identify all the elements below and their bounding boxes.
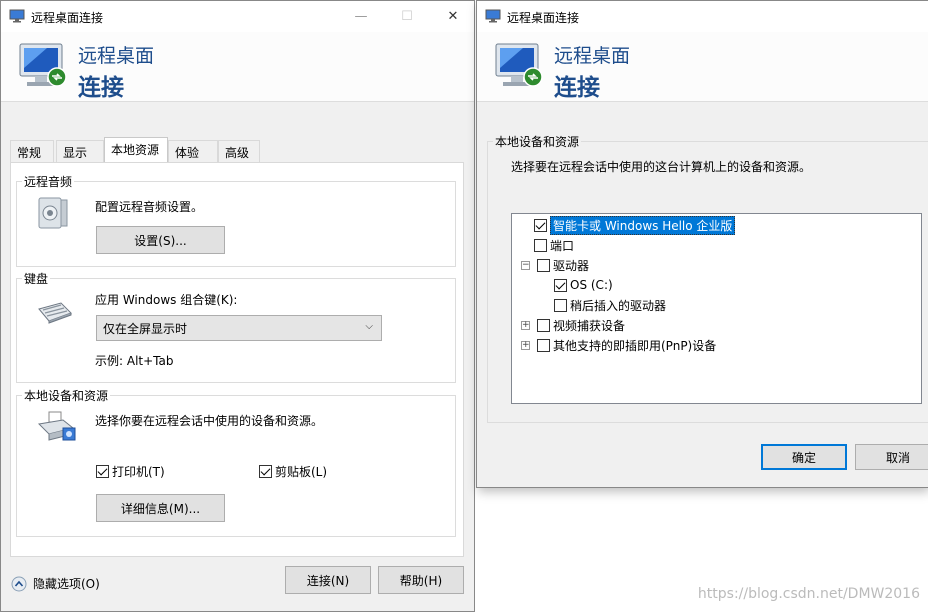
close-icon[interactable]: ✕ [430,1,476,32]
rdp-app-icon [9,9,25,23]
rdp-main-window: 远程桌面连接 — ☐ ✕ 远程桌面 连接 常规 显示 本地资源 体验 高级 远程… [0,0,475,612]
os-drive-checkbox[interactable] [554,278,567,292]
clipboard-checkbox-row[interactable]: 剪贴板(L) [259,463,327,480]
drives-checkbox[interactable] [537,258,550,272]
banner-title: 远程桌面 [78,45,155,67]
ports-checkbox[interactable] [534,238,547,252]
audio-settings-button[interactable]: 设置(S)... [96,226,225,254]
tab-advanced[interactable]: 高级 [218,140,260,162]
banner-subtitle: 连接 [78,75,124,101]
drives-label: 驱动器 [553,258,590,273]
help-button[interactable]: 帮助(H) [378,566,464,594]
remote-audio-label: 远程音频 [22,173,75,190]
smartcard-checkbox[interactable] [534,218,547,232]
pnp-devices-checkbox[interactable] [537,338,550,352]
tab-general[interactable]: 常规 [10,140,54,162]
tree-item-pnp-devices[interactable]: + 其他支持的即插即用(PnP)设备 [521,336,716,354]
key-combo-example: 示例: Alt+Tab [95,354,174,368]
local-devices-dialog: 远程桌面连接 远程桌面 连接 本地设备和资源 选择要在远程会话中使用的这台计算机… [476,0,928,488]
ok-button[interactable]: 确定 [761,444,847,470]
dialog-window-title: 远程桌面连接 [507,11,580,25]
watermark: https://blog.csdn.net/DMW2016 [697,586,920,602]
windows-key-combo-select[interactable]: 仅在全屏显示时 ⌵ [96,315,382,341]
dialog-banner-title: 远程桌面 [554,45,631,67]
printer-checkbox-row[interactable]: 打印机(T) [96,463,165,480]
tree-item-smartcard[interactable]: 智能卡或 Windows Hello 企业版 [534,215,736,235]
os-drive-label: OS (C:) [570,278,613,292]
local-resources-panel: 远程音频 配置远程音频设置。 设置(S)... 键盘 应用 Windows 组合… [10,162,464,557]
local-devices-group: 本地设备和资源 选择你要在远程会话中使用的设备和资源。 打印机(T) 剪贴板(L… [16,387,456,537]
pnp-devices-label: 其他支持的即插即用(PnP)设备 [553,338,717,353]
tab-local-resources[interactable]: 本地资源 [104,137,168,162]
dialog-banner: 远程桌面 连接 [477,32,928,102]
hide-options-label: 隐藏选项(O) [33,577,100,591]
banner: 远程桌面 连接 [1,32,474,102]
title-bar: 远程桌面连接 — ☐ ✕ [1,1,474,32]
remote-audio-group: 远程音频 配置远程音频设置。 设置(S)... [16,173,456,267]
cancel-button[interactable]: 取消 [855,444,928,470]
printer-label: 打印机(T) [112,465,165,479]
later-drives-checkbox[interactable] [554,298,567,312]
dialog-banner-subtitle: 连接 [554,75,600,101]
more-details-button[interactable]: 详细信息(M)... [96,494,225,522]
collapse-up-icon [11,576,27,591]
maximize-icon[interactable]: ☐ [384,1,430,32]
connect-button[interactable]: 连接(N) [285,566,371,594]
keyboard-label: 键盘 [22,270,51,287]
remote-desktop-monitor-icon [495,43,543,87]
tree-item-os-drive[interactable]: OS (C:) [554,276,613,294]
tab-display[interactable]: 显示 [56,140,104,162]
collapse-icon[interactable]: − [521,260,530,270]
dialog-description: 选择要在远程会话中使用的这台计算机上的设备和资源。 [511,160,812,174]
video-capture-checkbox[interactable] [537,318,550,332]
windows-key-combo-label: 应用 Windows 组合键(K): [95,293,238,307]
local-devices-label: 本地设备和资源 [22,387,111,404]
rdp-app-icon [485,9,501,23]
tree-item-later-drives[interactable]: 稍后插入的驱动器 [554,296,666,314]
video-capture-label: 视频捕获设备 [553,318,626,333]
minimize-icon[interactable]: — [338,1,384,32]
printer-icon [37,411,76,441]
ports-label: 端口 [550,238,575,253]
printer-checkbox[interactable] [96,465,109,478]
clipboard-label: 剪贴板(L) [275,465,328,479]
expand-icon[interactable]: + [521,320,530,330]
window-title: 远程桌面连接 [31,11,104,25]
expand-icon[interactable]: + [521,340,530,350]
tree-item-drives[interactable]: − 驱动器 [521,256,589,274]
clipboard-checkbox[interactable] [259,465,272,478]
chevron-down-icon: ⌵ [365,321,373,332]
local-devices-description: 选择你要在远程会话中使用的设备和资源。 [95,414,324,428]
device-tree[interactable]: 智能卡或 Windows Hello 企业版 端口 − 驱动器 OS (C:) … [511,213,922,404]
windows-key-combo-value: 仅在全屏显示时 [103,322,188,336]
keyboard-icon [38,302,72,324]
keyboard-group: 键盘 应用 Windows 组合键(K): 仅在全屏显示时 ⌵ 示例: Alt+… [16,270,456,383]
later-drives-label: 稍后插入的驱动器 [570,298,667,313]
tab-experience[interactable]: 体验 [168,140,218,162]
hide-options-toggle[interactable]: 隐藏选项(O) [11,575,100,592]
tree-item-video-capture[interactable]: + 视频捕获设备 [521,316,625,334]
dialog-title-bar: 远程桌面连接 [477,1,928,32]
tree-item-ports[interactable]: 端口 [534,236,574,254]
speaker-icon [38,197,68,229]
smartcard-label: 智能卡或 Windows Hello 企业版 [550,215,736,235]
remote-desktop-monitor-icon [19,43,67,87]
audio-description: 配置远程音频设置。 [95,200,204,214]
dialog-devices-label: 本地设备和资源 [493,133,582,150]
